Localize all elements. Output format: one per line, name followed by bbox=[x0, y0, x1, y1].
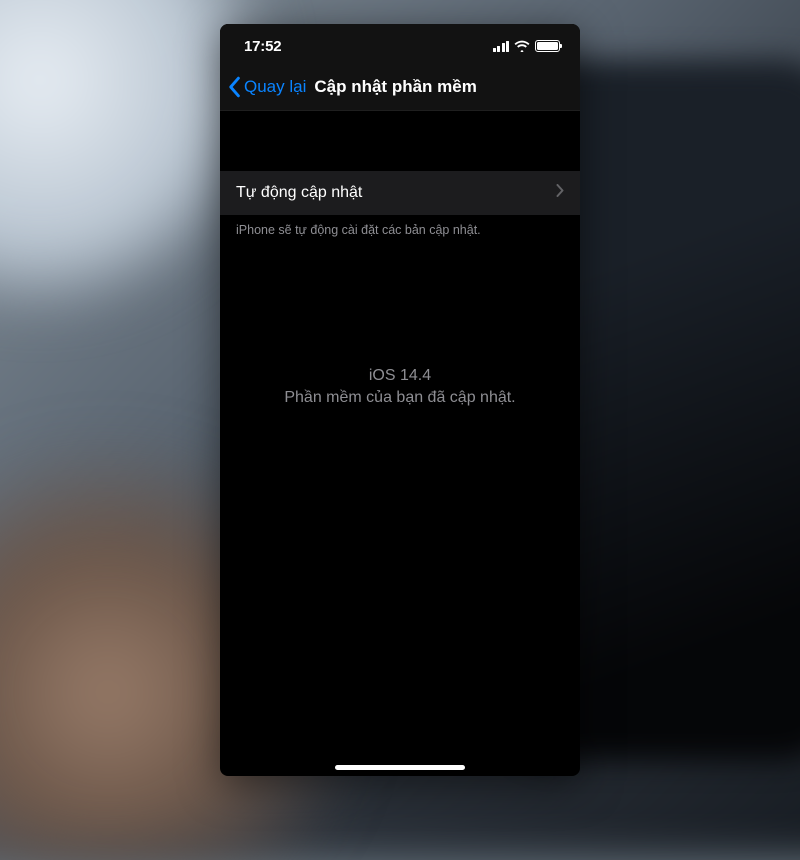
software-status-block: iOS 14.4 Phần mềm của bạn đã cập nhật. bbox=[220, 367, 580, 407]
auto-update-cell[interactable]: Tự động cập nhật bbox=[220, 171, 580, 215]
content-area: Tự động cập nhật iPhone sẽ tự động cài đ… bbox=[220, 111, 580, 407]
chevron-right-icon bbox=[556, 184, 564, 202]
auto-update-footer-note: iPhone sẽ tự động cài đặt các bản cập nh… bbox=[220, 215, 580, 237]
os-update-status-label: Phần mềm của bạn đã cập nhật. bbox=[220, 389, 580, 407]
status-icons bbox=[493, 40, 561, 52]
navigation-bar: Quay lại Cập nhật phần mềm bbox=[220, 68, 580, 111]
back-button-label[interactable]: Quay lại bbox=[244, 77, 306, 97]
phone-frame: 17:52 Quay lại Cập nhật phần mề bbox=[220, 24, 580, 776]
status-time: 17:52 bbox=[244, 38, 281, 55]
status-bar: 17:52 bbox=[220, 24, 580, 68]
auto-update-label: Tự động cập nhật bbox=[236, 184, 362, 202]
wifi-icon bbox=[514, 40, 530, 52]
page-title: Cập nhật phần mềm bbox=[314, 77, 476, 97]
home-indicator[interactable] bbox=[335, 765, 465, 770]
os-version-label: iOS 14.4 bbox=[220, 367, 580, 385]
back-chevron-icon[interactable] bbox=[224, 76, 244, 98]
battery-icon bbox=[535, 40, 560, 52]
cellular-signal-icon bbox=[493, 41, 510, 52]
